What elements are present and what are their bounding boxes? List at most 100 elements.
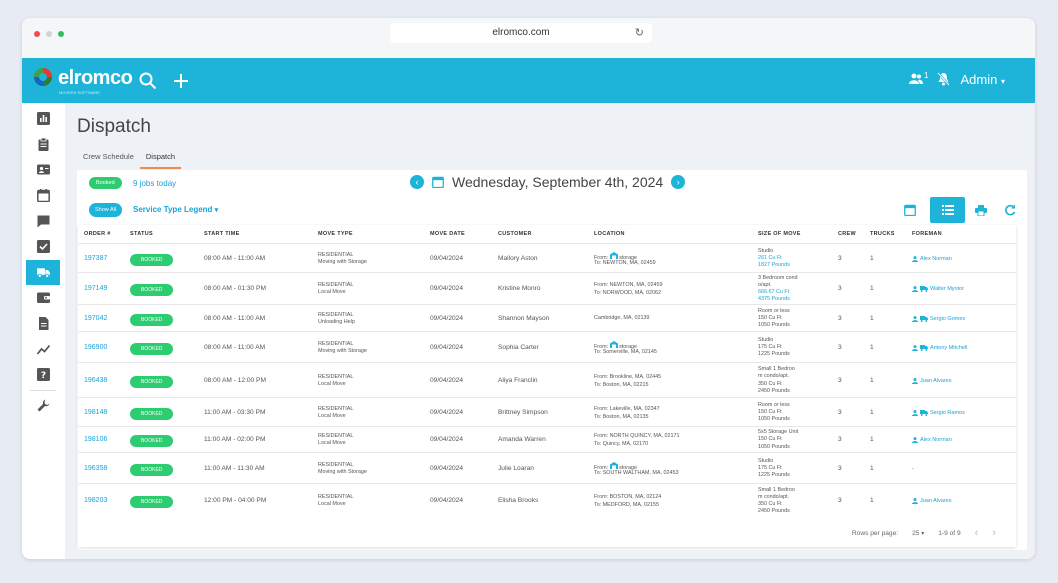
order-number-link[interactable]: 196900 [84, 344, 107, 352]
user-menu[interactable]: Admin ▾ [961, 72, 1006, 87]
reload-icon[interactable]: ↻ [635, 23, 644, 43]
table-row[interactable]: 198148 BOOKED 11:00 AM - 03:30 PM RESIDENTI… [78, 397, 1016, 426]
trucks-count: 1 [870, 343, 874, 351]
sidebar-item-checklist[interactable] [26, 234, 60, 260]
table-row[interactable]: 197149 BOOKED 08:00 AM - 01:30 PM RESIDENTI… [78, 272, 1016, 304]
sidebar-item-reports[interactable] [26, 106, 60, 132]
sidebar-item-help[interactable]: ? [26, 362, 60, 388]
table-row[interactable]: 196438 BOOKED 08:00 AM - 12:00 PM RESIDENTI… [78, 362, 1016, 397]
list-icon [941, 205, 954, 215]
sidebar-item-settings[interactable] [26, 393, 60, 419]
add-icon[interactable] [173, 73, 189, 89]
sidebar-item-tasks[interactable] [26, 132, 60, 158]
order-number-link[interactable]: 198148 [84, 409, 107, 417]
wrench-icon [37, 399, 49, 412]
table-row[interactable]: 196358 BOOKED 11:00 AM - 11:30 AM RESIDENTI… [78, 452, 1016, 483]
foreman[interactable]: - [912, 465, 914, 473]
foreman[interactable]: Antony Mitchell [912, 344, 967, 352]
order-number-link[interactable]: 197387 [84, 255, 107, 263]
list-view-button[interactable] [930, 197, 965, 223]
order-number-link[interactable]: 197042 [84, 315, 107, 323]
close-dot[interactable] [34, 31, 40, 37]
print-button[interactable] [968, 197, 994, 223]
truck-icon [920, 409, 928, 416]
move-date: 09/04/2024 [430, 497, 464, 504]
start-time: 11:00 AM - 02:00 PM [204, 436, 266, 443]
service-type-legend-toggle[interactable]: Service Type Legend ▾ [133, 205, 218, 214]
size-of-move-line: 261 Cu Ft [758, 254, 782, 261]
foreman[interactable]: Juan Alvares [912, 497, 952, 505]
foreman[interactable]: Walter Myntor [912, 285, 964, 293]
jobs-today-count: 9 jobs today [133, 179, 177, 188]
status-badge-label: BOOKED [130, 342, 174, 355]
header-crew: CREW [838, 231, 857, 237]
booked-filter-badge[interactable]: Booked [89, 177, 122, 189]
foreman-name: Alex Norman [920, 437, 952, 443]
location-from: From: Brookline, MA, 02445 [594, 374, 661, 381]
table-row[interactable]: 197042 BOOKED 08:00 AM - 11:00 AM RESIDENTI… [78, 304, 1016, 331]
person-icon [912, 255, 918, 262]
foreman[interactable]: Alex Norman [912, 436, 952, 444]
sidebar-item-analytics[interactable] [26, 336, 60, 362]
rows-per-page-select[interactable]: 25 ▾ [912, 530, 924, 537]
show-all-button[interactable]: Show All [89, 203, 123, 217]
foreman[interactable]: Alex Norman [912, 255, 952, 263]
dispatch-table: ORDER # STATUS START TIME MOVE TYPE MOVE DAT… [78, 225, 1016, 547]
maximize-dot[interactable] [58, 31, 64, 37]
previous-day-button[interactable]: ‹ [410, 175, 424, 189]
refresh-button[interactable] [997, 197, 1023, 223]
foreman[interactable]: Juan Alvares [912, 377, 952, 385]
order-number-link[interactable]: 196438 [84, 377, 107, 385]
size-of-move-line: 1050 Pounds [758, 443, 790, 450]
size-of-move-line: 150 Cu Ft [758, 408, 782, 415]
brand-name: elromco [58, 67, 133, 89]
customer-name: Brittney Simpson [498, 408, 548, 416]
sidebar-item-dispatch[interactable] [26, 259, 60, 286]
header-foreman: FOREMAN [912, 231, 942, 237]
sidebar-item-contacts[interactable] [26, 157, 60, 183]
brand-tagline: MOVERS SOFTWARE [59, 90, 100, 95]
sidebar-item-calendar[interactable] [26, 183, 60, 209]
tab-dispatch[interactable]: Dispatch [139, 149, 182, 169]
size-of-move-line: m condo/apt. [758, 493, 790, 500]
users-icon[interactable] [909, 73, 923, 84]
order-number-link[interactable]: 198203 [84, 497, 107, 505]
table-row[interactable]: 196900 BOOKED 08:00 AM - 11:00 AM RESIDENTI… [78, 331, 1016, 362]
foreman-name: Sergio Ramos [930, 409, 965, 416]
size-of-move-line: 1225 Pounds [758, 351, 790, 358]
storage-icon [609, 251, 618, 259]
order-number-link[interactable]: 198106 [84, 436, 107, 444]
size-of-move-line: Room or less [758, 307, 790, 314]
size-of-move-line: Studio [758, 336, 774, 343]
header-size-of-move: SIZE OF MOVE [758, 231, 801, 237]
table-row[interactable]: 197387 BOOKED 08:00 AM - 11:00 AM RESIDENTI… [78, 243, 1016, 272]
foreman[interactable]: Sergio Gomes [912, 315, 965, 323]
calendar-icon[interactable] [432, 176, 444, 188]
next-day-button[interactable]: › [671, 175, 686, 189]
calendar-view-button[interactable] [893, 197, 927, 223]
next-page-icon[interactable]: › [992, 527, 996, 539]
trucks-count: 1 [870, 408, 874, 416]
sidebar-item-messages[interactable] [26, 208, 60, 234]
size-of-move-line: 2450 Pounds [758, 387, 790, 394]
sidebar-item-payments[interactable] [26, 285, 60, 311]
crew-count: 3 [838, 497, 842, 504]
foreman[interactable]: Sergio Ramos [912, 409, 965, 417]
sidebar-item-documents[interactable] [26, 311, 60, 337]
status-badge-label: BOOKED [130, 407, 174, 420]
previous-page-icon[interactable]: ‹ [975, 527, 979, 539]
search-icon[interactable] [139, 72, 157, 90]
minimize-dot[interactable] [46, 31, 52, 37]
bell-off-icon[interactable] [937, 72, 950, 86]
order-number-link[interactable]: 196358 [84, 465, 107, 473]
table-row[interactable]: 198106 BOOKED 11:00 AM - 02:00 PM RESIDENTI… [78, 426, 1016, 452]
crew-count: 3 [838, 343, 842, 351]
trucks-count: 1 [870, 497, 874, 504]
size-of-move-line: 1050 Pounds [758, 322, 790, 329]
order-number-link[interactable]: 197149 [84, 285, 107, 293]
tab-crew-schedule[interactable]: Crew Schedule [77, 149, 140, 169]
address-bar[interactable]: elromco.com ↻ [390, 23, 652, 43]
move-date: 09/04/2024 [430, 376, 464, 384]
location-from-text: From: NEWTON, MA, 02459 [594, 282, 663, 288]
table-row[interactable]: 198203 BOOKED 12:00 PM - 04:00 PM RESIDENTI… [78, 483, 1016, 517]
